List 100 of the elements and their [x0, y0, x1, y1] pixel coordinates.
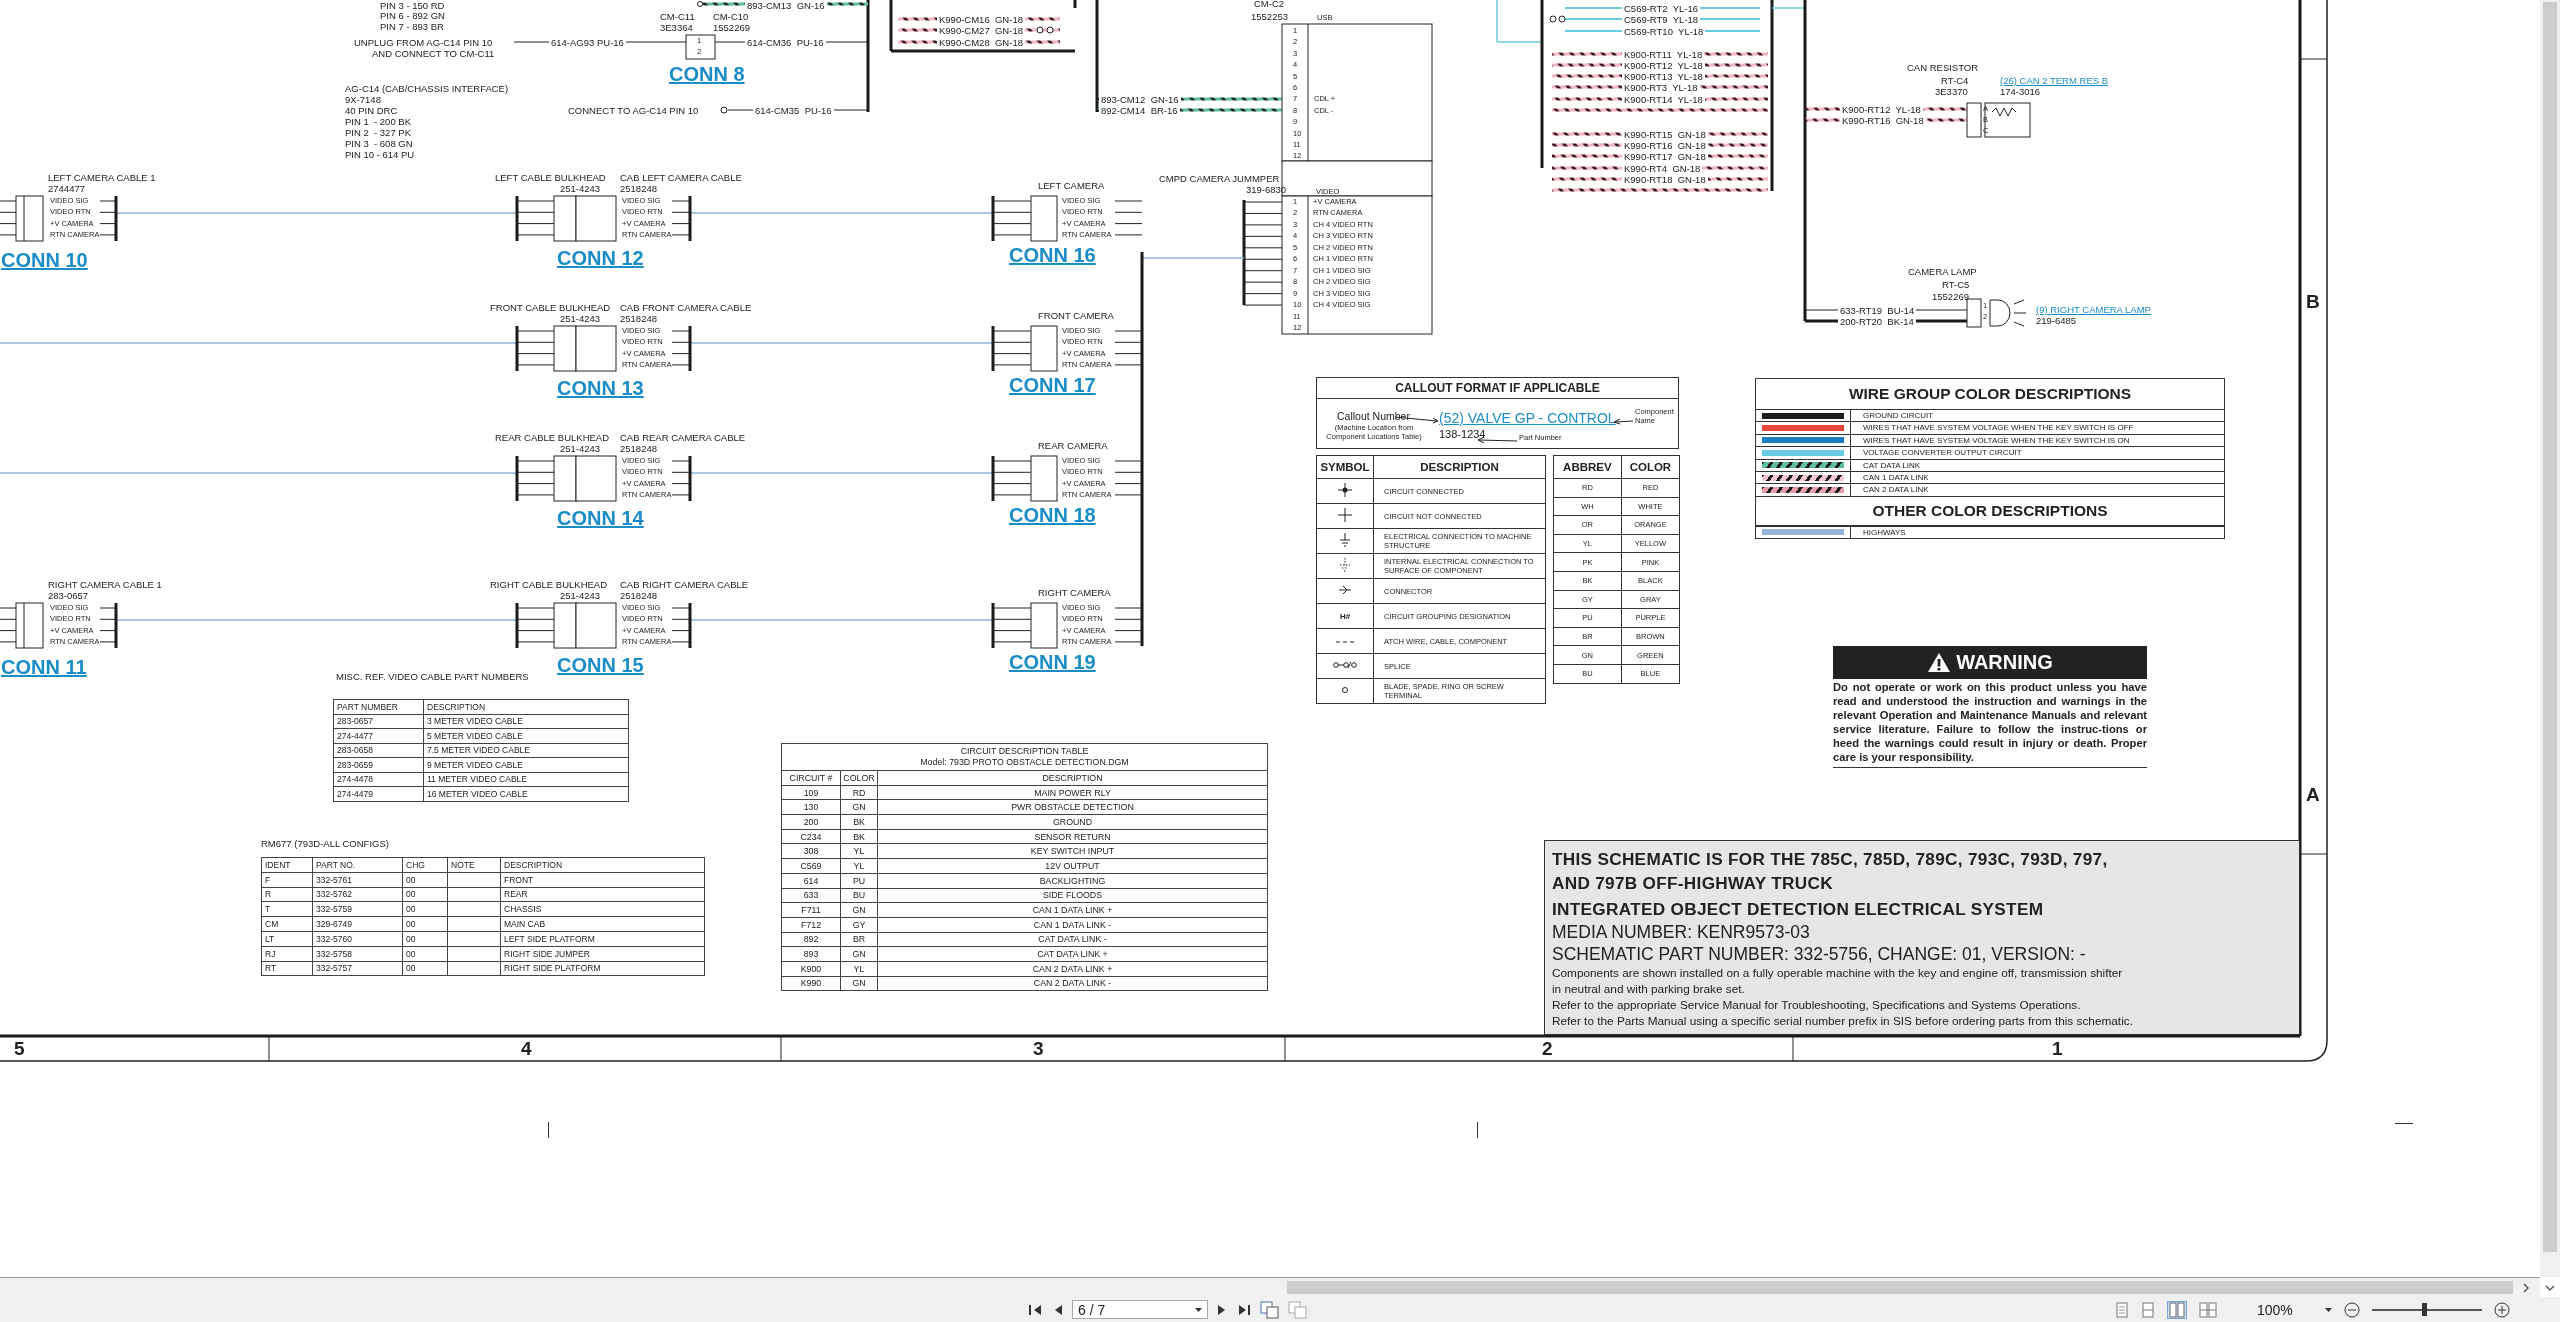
connector-link[interactable]: CONN 11: [1, 655, 87, 679]
wire-label: C569-RT9 YL-18: [1622, 14, 1701, 25]
zoom-in-icon[interactable]: [2493, 1301, 2510, 1318]
table-cell: MAIN POWER RLY: [877, 785, 1268, 800]
part-number: 251-4243: [560, 443, 601, 454]
column-header: DESCRIPTION: [500, 857, 705, 873]
table-cell: 893: [781, 946, 841, 962]
connector-link[interactable]: CONN 17: [1009, 373, 1096, 397]
vertical-scrollbar[interactable]: [2540, 0, 2560, 1277]
table-cell: REAR: [500, 887, 705, 902]
table-cell: 130: [781, 799, 841, 815]
component-id: RT-C4: [1941, 75, 1969, 86]
wire-label: 892-CM14 BR-16: [1099, 105, 1180, 116]
table-cell: 283-0659: [333, 757, 424, 772]
scroll-right-icon[interactable]: [2522, 1283, 2530, 1293]
zone-number: 2: [1542, 1037, 1553, 1061]
title-block-text: Refer to the Parts Manual using a specific serial number prefix in SIS before ordering parts from this schematic.: [1552, 1013, 2134, 1029]
table-cell: GROUND: [877, 814, 1268, 830]
dropdown-caret-icon[interactable]: [2324, 1307, 2332, 1312]
connector-link[interactable]: CONN 15: [557, 653, 644, 677]
connector-link[interactable]: CONN 8: [669, 62, 745, 86]
table-cell: YL: [840, 858, 878, 874]
wire-label: K990-RT17 GN-18: [1622, 151, 1708, 162]
scroll-down-icon[interactable]: [2545, 1284, 2555, 1292]
part-number: 283-0657: [48, 590, 89, 601]
slider-thumb[interactable]: [2422, 1303, 2428, 1316]
wire-label: C569-RT10 YL-18: [1622, 26, 1706, 37]
zone-letter: B: [2306, 290, 2320, 314]
connector-link[interactable]: CONN 12: [557, 246, 644, 270]
table-cell: CHASSIS: [500, 901, 705, 917]
wire-label: 614-CM36 PU-16: [745, 37, 826, 48]
table-cell: RJ: [261, 946, 313, 962]
table-cell: LT: [261, 931, 313, 947]
table-cell: RT: [261, 961, 313, 976]
wire-label: C569-RT2 YL-16: [1622, 3, 1701, 14]
zone-number: 4: [521, 1037, 532, 1061]
wire-label: 9X-7148: [343, 94, 383, 105]
two-page-scroll-icon[interactable]: [2199, 1301, 2217, 1318]
callout-example-link[interactable]: (52) VALVE GP - CONTROL: [1439, 410, 1616, 427]
scrollbar-thumb[interactable]: [1287, 1281, 2513, 1294]
zone-number: 3: [1033, 1037, 1044, 1061]
ground-icon: [1339, 533, 1351, 547]
legend-description: HIGHWAYS: [1862, 526, 1906, 539]
zone-number: 5: [14, 1037, 25, 1061]
title-block-text: MEDIA NUMBER: KENR9573-03: [1552, 921, 1811, 943]
table-cell: CAN 2 DATA LINK -: [877, 976, 1268, 991]
table-cell: 274-4478: [333, 772, 424, 787]
zoom-out-icon[interactable]: [2343, 1301, 2360, 1318]
table-title: MISC. REF. VIDEO CABLE PART NUMBERS: [336, 671, 529, 682]
table-cell: 332-5759: [312, 901, 403, 917]
dropdown-caret-icon[interactable]: [1195, 1307, 1202, 1312]
table-cell: GN: [840, 902, 878, 918]
table-cell: 308: [781, 843, 841, 859]
zoom-level[interactable]: 100%: [2257, 1301, 2293, 1318]
table-cell: 3 METER VIDEO CABLE: [423, 714, 629, 729]
wire-label: PIN 10 - 614 PU: [343, 149, 417, 160]
table-cell: K990: [781, 976, 841, 991]
legend-description: WIRES THAT HAVE SYSTEM VOLTAGE WHEN THE KEY SWITCH IS OFF: [1862, 422, 2134, 434]
page-field[interactable]: 6 / 7: [1072, 1300, 1208, 1319]
connector-link[interactable]: CONN 19: [1009, 650, 1096, 674]
table-cell: R: [261, 887, 313, 902]
dashed-line-icon: [1336, 639, 1354, 644]
last-page-icon[interactable]: [1236, 1302, 1252, 1317]
table-cell: 332-5757: [312, 961, 403, 976]
connector-name: RIGHT CABLE BULKHEAD: [490, 579, 608, 590]
column-header: COLOR: [1621, 455, 1680, 479]
title-block-text: SCHEMATIC PART NUMBER: 332-5756, CHANGE: 01, VERSION: -: [1552, 943, 2087, 965]
wire-label: K990-RT4 GN-18: [1622, 163, 1703, 174]
warning-title: WARNING: [1956, 651, 2053, 674]
connector-link[interactable]: CONN 16: [1009, 243, 1096, 267]
table-cell: 00: [402, 901, 448, 917]
connector-link[interactable]: CONN 10: [1, 248, 88, 272]
pages-icon[interactable]: [1260, 1300, 1280, 1319]
first-page-icon[interactable]: [1028, 1302, 1044, 1317]
table-cell: 274-4477: [333, 728, 424, 743]
connector-link[interactable]: CONN 18: [1009, 503, 1096, 527]
table-cell: 332-5761: [312, 872, 403, 888]
continuous-page-icon[interactable]: [2141, 1301, 2155, 1318]
table-cell: 00: [402, 946, 448, 962]
horizontal-scrollbar[interactable]: [0, 1277, 2540, 1298]
table-cell: 109: [781, 785, 841, 800]
callout-link[interactable]: (9) RIGHT CAMERA LAMP: [2036, 304, 2151, 315]
part-number: 1552253: [1251, 11, 1288, 22]
two-page-icon[interactable]: [2167, 1300, 2187, 1319]
connector-name: LEFT CAMERA: [1038, 180, 1105, 191]
wire-label: PIN 3 - 608 GN: [343, 138, 415, 149]
wire-label: CM-C10: [711, 11, 751, 22]
legend-description: CAN 2 DATA LINK: [1862, 484, 1929, 496]
wire-label: K990-RT16 GN-18: [1840, 115, 1926, 126]
connector-link[interactable]: CONN 13: [557, 376, 644, 400]
table-cell: RD: [840, 785, 878, 800]
callout-link[interactable]: (26) CAN 2 TERM RES B: [2000, 75, 2109, 86]
column-header: NOTE: [447, 857, 501, 873]
connector-link[interactable]: CONN 14: [557, 506, 644, 530]
part-number: 319-6830: [1246, 184, 1287, 195]
column-header: DESCRIPTION: [877, 770, 1268, 786]
wire-label: K990-RT18 GN-18: [1622, 174, 1708, 185]
table-cell: 614: [781, 873, 841, 888]
table-cell: 7.5 METER VIDEO CABLE: [423, 743, 629, 758]
part-number: 3E3370: [1935, 86, 1968, 97]
